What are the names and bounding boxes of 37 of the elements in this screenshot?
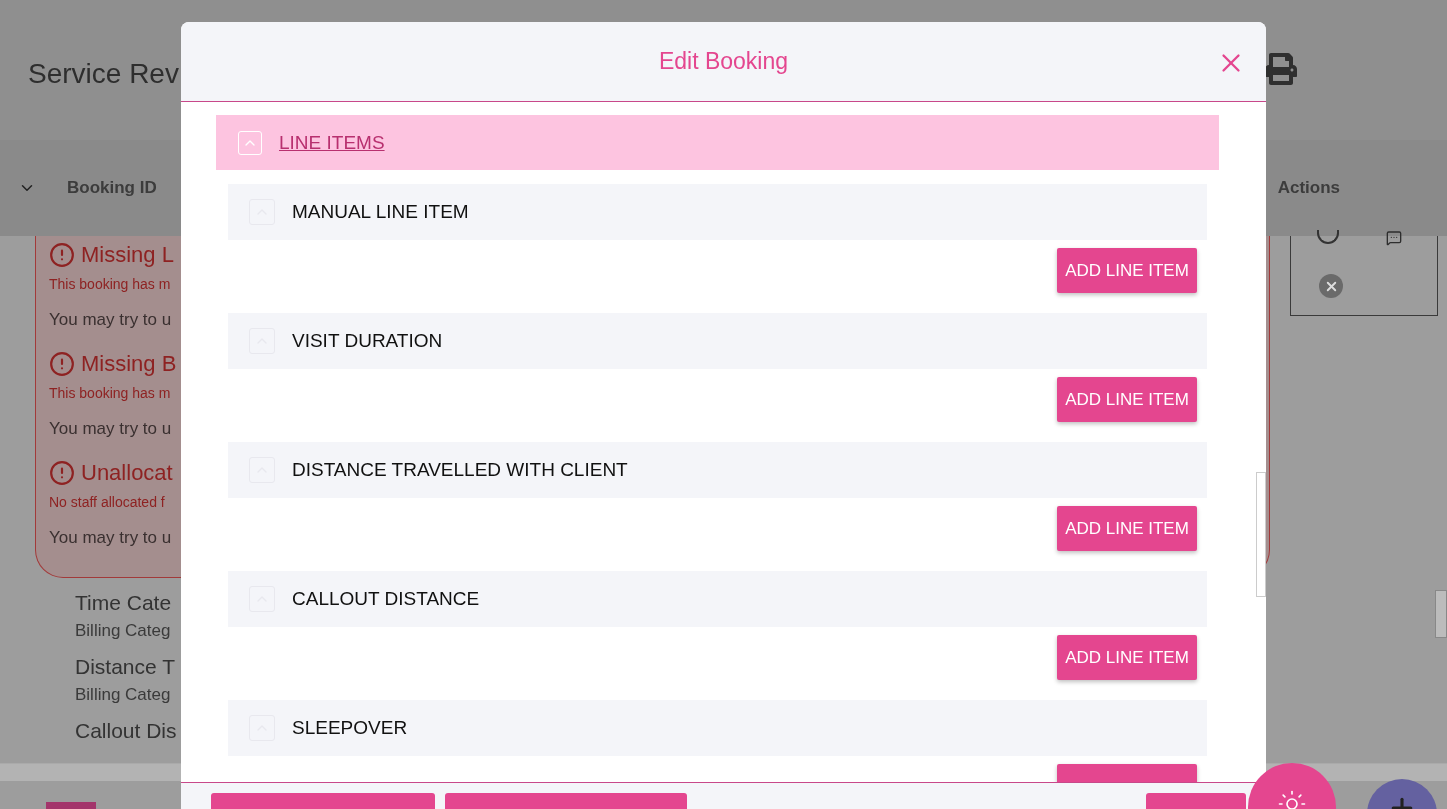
- add-line-item-button[interactable]: ADD LINE ITEM: [1057, 635, 1197, 680]
- close-circle-icon[interactable]: [1319, 274, 1343, 298]
- line-item-title: MANUAL LINE ITEM: [292, 201, 469, 223]
- category-name: Distance T: [75, 655, 175, 679]
- alert-icon: [49, 351, 75, 377]
- line-item-title: SLEEPOVER: [292, 717, 408, 739]
- billing-category: Billing Categ: [75, 685, 171, 705]
- alert-title: Missing B: [81, 351, 177, 377]
- column-header: Actions: [1277, 178, 1341, 198]
- scrollbar-thumb[interactable]: [1256, 472, 1266, 597]
- line-item-title: DISTANCE TRAVELLED WITH CLIENT: [292, 459, 628, 481]
- page-title: Service Rev: [28, 58, 179, 90]
- collapse-toggle[interactable]: [238, 130, 262, 155]
- alert-hint: You may try to u: [49, 419, 172, 439]
- alert-hint: You may try to u: [49, 528, 172, 548]
- line-item-title: VISIT DURATION: [292, 330, 443, 352]
- alert-detail: No staff allocated f: [49, 494, 165, 510]
- column-header: Booking ID: [67, 178, 157, 198]
- line-item-title: CALLOUT DISTANCE: [292, 588, 480, 610]
- section-link[interactable]: LINE ITEMS: [279, 131, 385, 154]
- add-line-item-button[interactable]: ADD LINE ITEM: [1057, 248, 1197, 293]
- alert-detail: This booking has m: [49, 276, 171, 292]
- alert-title: Missing L: [81, 242, 174, 268]
- add-line-item-button[interactable]: ADD LINE ITEM: [1057, 377, 1197, 422]
- alert-icon: [49, 242, 75, 268]
- scrollbar-thumb[interactable]: [1435, 590, 1447, 638]
- category-name: Callout Dis: [75, 719, 177, 743]
- modal-title: Edit Booking: [658, 48, 789, 75]
- alert-title: Unallocat: [81, 460, 173, 486]
- tab-marker: [46, 802, 96, 809]
- add-line-item-button[interactable]: ADD LINE ITEM: [1057, 506, 1197, 551]
- alert-hint: You may try to u: [49, 310, 172, 330]
- billing-category: Billing Categ: [75, 621, 171, 641]
- print-icon[interactable]: [1265, 53, 1297, 85]
- alert-icon: [49, 460, 75, 486]
- alert-detail: This booking has m: [49, 385, 171, 401]
- category-name: Time Cate: [75, 591, 172, 615]
